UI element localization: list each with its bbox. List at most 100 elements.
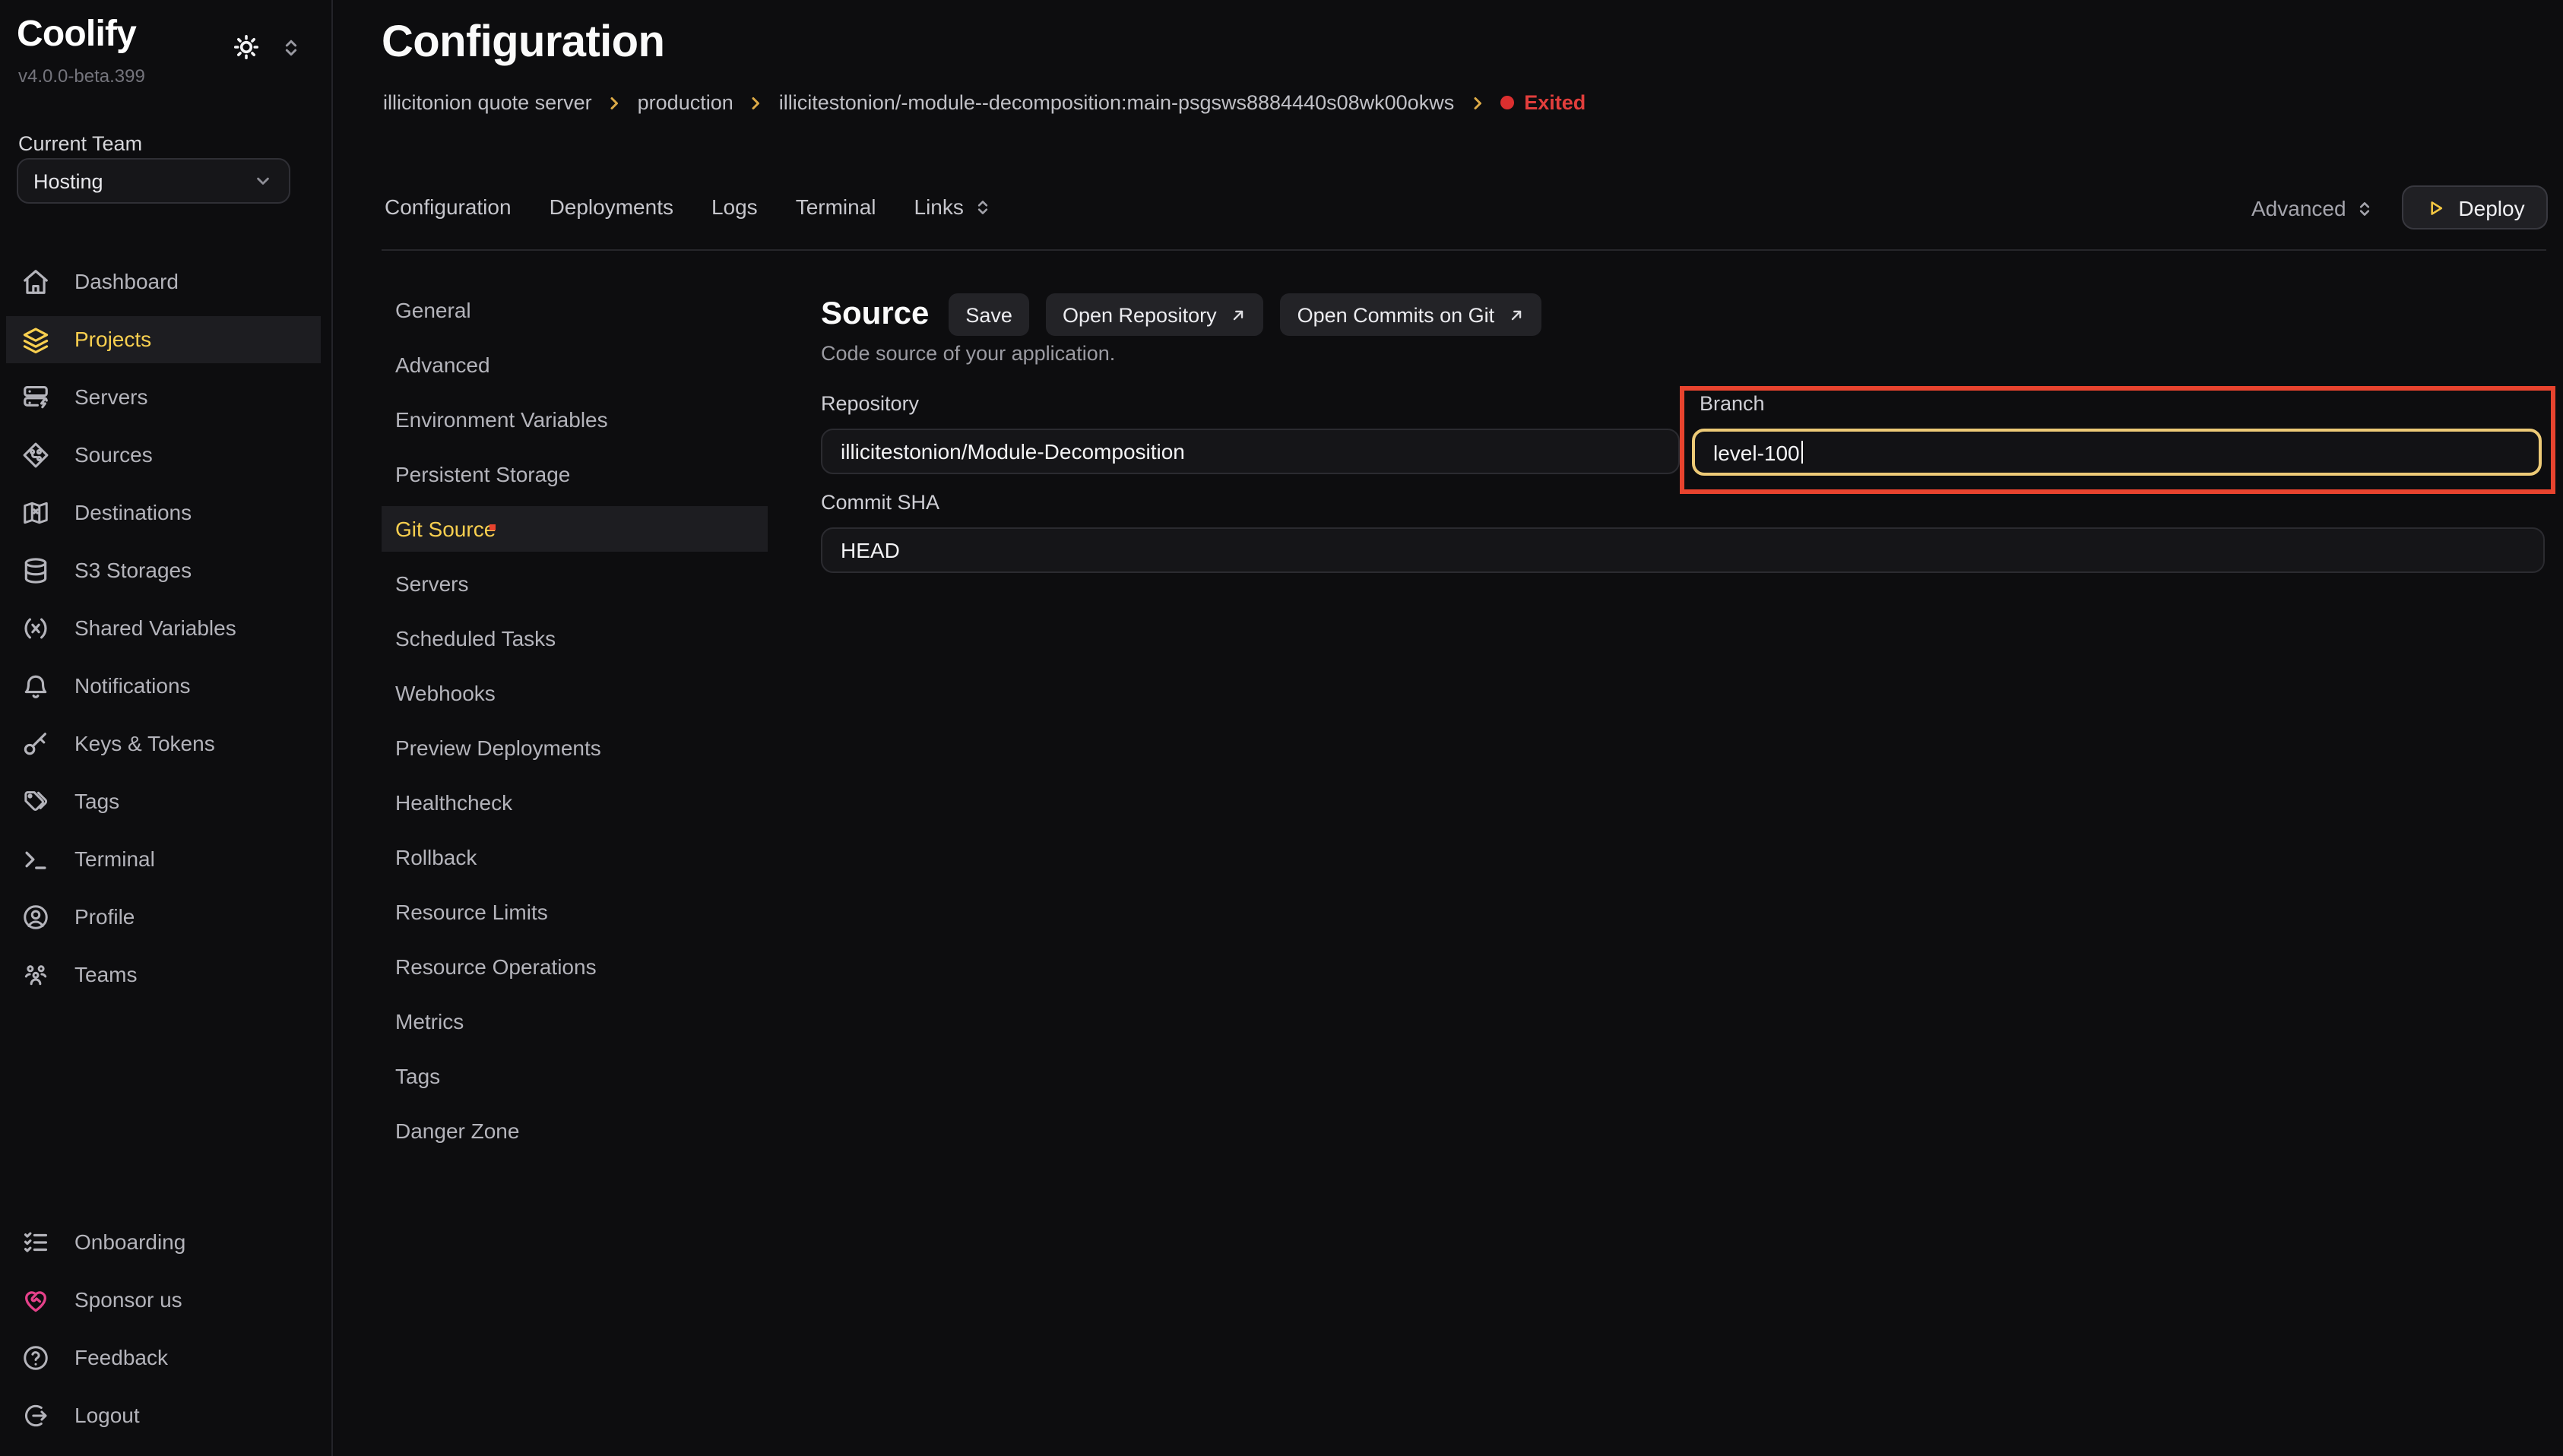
home-icon: [21, 267, 50, 296]
branch-label: Branch: [1692, 392, 2542, 416]
open-commits-button[interactable]: Open Commits on Git: [1281, 293, 1542, 336]
sidebar-item-onboarding[interactable]: Onboarding: [0, 1213, 333, 1271]
help-circle-icon: [21, 1343, 50, 1372]
chevron-right-icon: [606, 94, 624, 112]
sidebar-item-projects[interactable]: Projects: [0, 310, 333, 368]
breadcrumb-project[interactable]: illicitonion quote server: [383, 91, 592, 114]
sidebar-item-profile[interactable]: Profile: [0, 888, 333, 945]
terminal-icon: [21, 844, 50, 873]
breadcrumb-environment[interactable]: production: [638, 91, 733, 114]
sidebar-item-notifications[interactable]: Notifications: [0, 657, 333, 714]
section-resource-operations[interactable]: Resource Operations: [382, 939, 769, 994]
commit-sha-input[interactable]: HEAD: [821, 527, 2545, 573]
external-link-icon: [1231, 306, 1247, 323]
sidebar-footer-nav: Onboarding Sponsor us Feedback Logout: [0, 1213, 333, 1444]
chevrons-up-down-icon: [973, 197, 993, 217]
repository-label: Repository: [821, 392, 1680, 416]
section-danger-zone[interactable]: Danger Zone: [382, 1103, 769, 1158]
source-heading: Source: [821, 296, 929, 333]
chevrons-up-down-icon: [2355, 198, 2375, 218]
external-link-icon: [1508, 306, 1525, 323]
tab-deployments[interactable]: Deployments: [550, 195, 673, 219]
status-dot-icon: [1500, 96, 1513, 109]
app-tabs: Configuration Deployments Logs Terminal …: [385, 195, 993, 219]
section-environment-variables[interactable]: Environment Variables: [382, 392, 769, 447]
section-healthcheck[interactable]: Healthcheck: [382, 775, 769, 830]
database-icon: [21, 555, 50, 584]
team-select[interactable]: Hosting: [17, 158, 290, 204]
checklist-icon: [21, 1227, 50, 1256]
branch-field: Branch level-100: [1692, 392, 2542, 476]
text-cursor: [1801, 441, 1804, 464]
variable-icon: [21, 613, 50, 642]
section-scheduled-tasks[interactable]: Scheduled Tasks: [382, 611, 769, 666]
section-advanced[interactable]: Advanced: [382, 337, 769, 392]
breadcrumb: illicitonion quote server production ill…: [383, 90, 1586, 116]
logout-icon: [21, 1401, 50, 1429]
configuration-section-nav: General Advanced Environment Variables P…: [382, 283, 769, 1158]
tab-links[interactable]: Links: [914, 195, 993, 219]
chevron-right-icon: [747, 94, 765, 112]
sidebar-item-sponsor[interactable]: Sponsor us: [0, 1271, 333, 1328]
git-source-icon: [21, 440, 50, 469]
tags-icon: [21, 787, 50, 815]
tabs-divider: [382, 249, 2546, 251]
sidebar-item-dashboard[interactable]: Dashboard: [0, 252, 333, 310]
sidebar-item-destinations[interactable]: Destinations: [0, 483, 333, 541]
open-repository-button[interactable]: Open Repository: [1046, 293, 1264, 336]
map-icon: [21, 498, 50, 527]
key-icon: [21, 729, 50, 758]
sidebar-item-shared-variables[interactable]: Shared Variables: [0, 599, 333, 657]
section-git-source[interactable]: Git Source: [382, 502, 769, 556]
branch-input[interactable]: level-100: [1692, 429, 2542, 476]
theme-sun-icon[interactable]: [233, 33, 260, 61]
sidebar-item-tags[interactable]: Tags: [0, 772, 333, 830]
coolify-app: Coolify v4.0.0-beta.399 Current Team Hos…: [0, 0, 2563, 1456]
sidebar-item-sources[interactable]: Sources: [0, 426, 333, 483]
breadcrumb-application[interactable]: illicitestonion/-module--decomposition:m…: [779, 91, 1454, 114]
tab-configuration[interactable]: Configuration: [385, 195, 512, 219]
server-icon: [21, 382, 50, 411]
commit-sha-label: Commit SHA: [821, 491, 2545, 515]
repository-field: Repository illicitestonion/Module-Decomp…: [821, 392, 1680, 474]
sidebar-nav: Dashboard Projects Servers Sources: [0, 252, 333, 1003]
status-badge: Exited: [1500, 91, 1586, 114]
sidebar: Coolify v4.0.0-beta.399 Current Team Hos…: [0, 0, 333, 1456]
chevron-right-icon: [1468, 94, 1486, 112]
sidebar-item-s3-storages[interactable]: S3 Storages: [0, 541, 333, 599]
tab-logs[interactable]: Logs: [711, 195, 758, 219]
deploy-button[interactable]: Deploy: [2402, 185, 2548, 229]
section-servers[interactable]: Servers: [382, 556, 769, 611]
sidebar-item-keys-tokens[interactable]: Keys & Tokens: [0, 714, 333, 772]
app-version: v4.0.0-beta.399: [18, 65, 145, 87]
tab-terminal[interactable]: Terminal: [796, 195, 876, 219]
users-icon: [21, 960, 50, 989]
page-title: Configuration: [382, 18, 664, 68]
section-preview-deployments[interactable]: Preview Deployments: [382, 720, 769, 775]
section-resource-limits[interactable]: Resource Limits: [382, 885, 769, 939]
app-logo[interactable]: Coolify: [17, 14, 136, 56]
section-metrics[interactable]: Metrics: [382, 994, 769, 1049]
team-select-value: Hosting: [33, 169, 103, 192]
advanced-dropdown[interactable]: Advanced: [2251, 196, 2375, 220]
section-tags[interactable]: Tags: [382, 1049, 769, 1103]
sidebar-collapse-icon[interactable]: [280, 36, 303, 59]
status-label: Exited: [1524, 91, 1586, 114]
user-circle-icon: [21, 902, 50, 931]
sidebar-item-feedback[interactable]: Feedback: [0, 1328, 333, 1386]
section-webhooks[interactable]: Webhooks: [382, 666, 769, 720]
bell-icon: [21, 671, 50, 700]
section-rollback[interactable]: Rollback: [382, 830, 769, 885]
layers-icon: [21, 324, 50, 353]
sidebar-item-terminal[interactable]: Terminal: [0, 830, 333, 888]
sidebar-item-teams[interactable]: Teams: [0, 945, 333, 1003]
sidebar-item-logout[interactable]: Logout: [0, 1386, 333, 1444]
sidebar-item-servers[interactable]: Servers: [0, 368, 333, 426]
save-button[interactable]: Save: [949, 293, 1029, 336]
play-icon: [2425, 197, 2446, 218]
chevron-down-icon: [252, 170, 274, 191]
heart-hands-icon: [21, 1285, 50, 1314]
section-persistent-storage[interactable]: Persistent Storage: [382, 447, 769, 502]
repository-input[interactable]: illicitestonion/Module-Decomposition: [821, 429, 1680, 474]
section-general[interactable]: General: [382, 283, 769, 337]
